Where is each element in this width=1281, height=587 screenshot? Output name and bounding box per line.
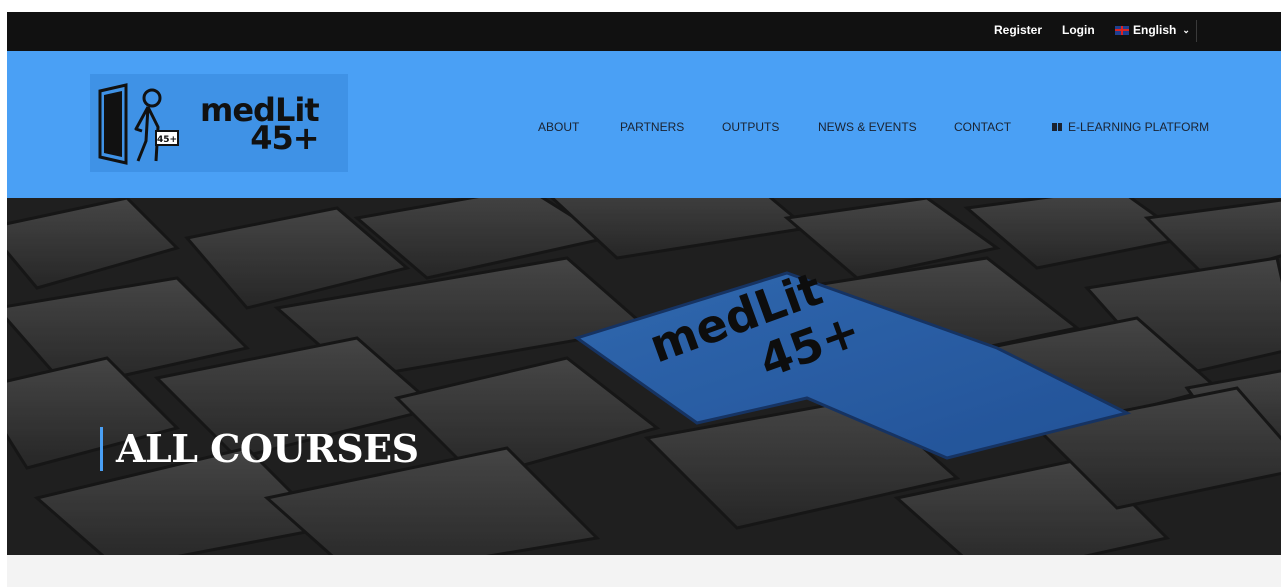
page-title: ALL COURSES	[100, 426, 419, 471]
language-selector[interactable]: English ⌄	[1115, 23, 1190, 37]
top-bar: Register Login English ⌄	[7, 12, 1281, 51]
book-icon	[1052, 123, 1062, 131]
nav-item-about[interactable]: About	[538, 120, 579, 134]
register-link[interactable]: Register	[994, 23, 1042, 37]
page-frame: Register Login English ⌄ 45+ medLit 45+ …	[7, 12, 1281, 587]
site-logo[interactable]: 45+ medLit 45+	[90, 74, 348, 172]
nav-item-outputs[interactable]: Outputs	[722, 120, 779, 134]
hero-banner: medLit 45+ ALL COURSES	[7, 198, 1281, 555]
nav-item-label: E-Learning Platform	[1068, 120, 1210, 134]
door-person-logo-icon: 45+	[98, 83, 179, 165]
keyboard-background-image: medLit 45+	[7, 198, 1281, 555]
language-label: English	[1133, 23, 1177, 37]
logo-badge-text: 45+	[157, 135, 177, 145]
page-title-text: ALL COURSES	[116, 426, 419, 471]
divider	[1196, 20, 1197, 42]
login-link[interactable]: Login	[1062, 23, 1095, 37]
uk-flag-icon	[1115, 25, 1129, 35]
logo-wordmark: medLit 45+	[200, 94, 320, 154]
chevron-down-icon: ⌄	[1182, 24, 1190, 35]
nav-item-news-events[interactable]: News & Events	[818, 120, 917, 134]
site-header: 45+ medLit 45+ About Partners Outputs Ne…	[7, 51, 1281, 198]
title-accent-bar	[100, 426, 103, 471]
nav-item-e-learning-platform[interactable]: E-Learning Platform	[1052, 120, 1209, 134]
content-area	[7, 555, 1281, 587]
nav-item-partners[interactable]: Partners	[620, 120, 684, 134]
nav-item-contact[interactable]: Contact	[954, 120, 1011, 134]
